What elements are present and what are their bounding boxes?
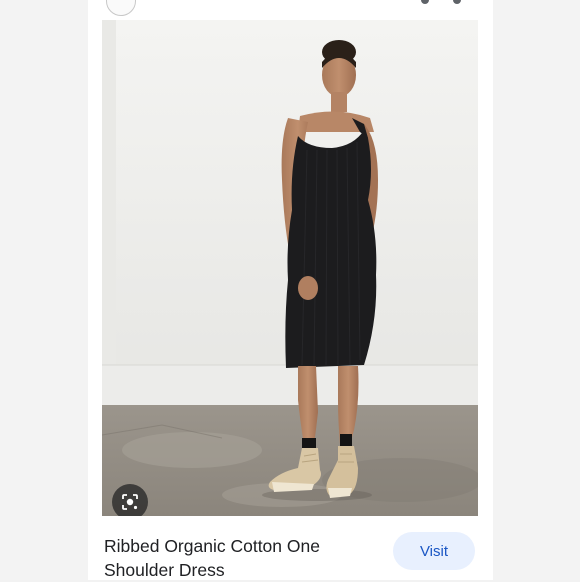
result-card: Ribbed Organic Cotton One Shoulder Dress…: [88, 0, 493, 580]
more-options-icon[interactable]: [453, 0, 461, 4]
site-avatar[interactable]: [106, 0, 136, 16]
product-title[interactable]: Ribbed Organic Cotton One Shoulder Dress: [104, 534, 374, 582]
image-search-icon: [122, 494, 138, 510]
top-bar: [88, 0, 493, 20]
product-photo[interactable]: [102, 20, 478, 516]
product-photo-drawing: [102, 20, 478, 516]
image-search-button[interactable]: [112, 484, 148, 516]
share-icon[interactable]: [421, 0, 429, 4]
visit-button[interactable]: Visit: [393, 532, 475, 570]
page-background: Ribbed Organic Cotton One Shoulder Dress…: [0, 0, 580, 580]
top-actions: [409, 0, 469, 6]
